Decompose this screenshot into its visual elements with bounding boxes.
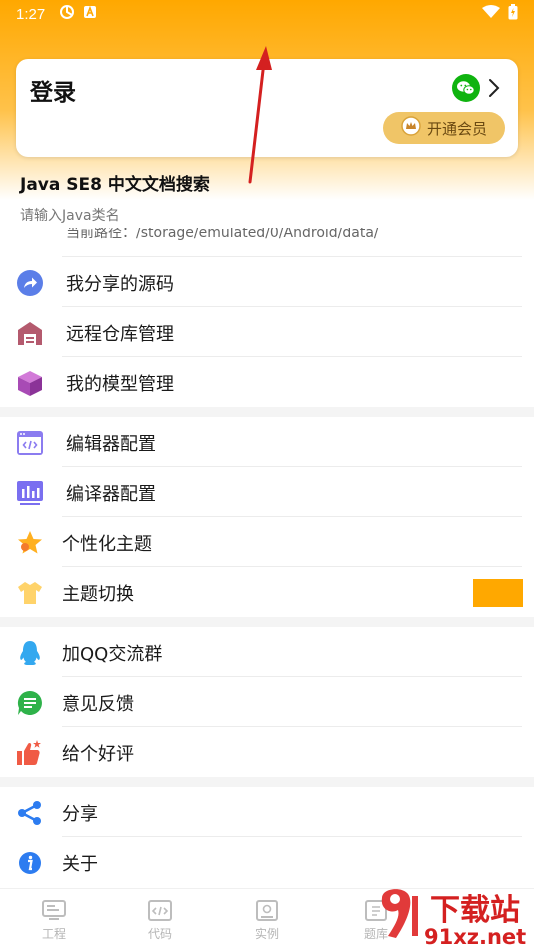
menu-item-label: 我的模型管理 [66,374,174,395]
theme-color-swatch[interactable] [473,579,523,607]
menu-item-rate[interactable]: 给个好评 [0,727,534,777]
vip-button-label: 开通会员 [426,119,487,138]
project-icon [42,900,66,920]
menu-item-label: 远程仓库管理 [66,324,174,345]
status-time: 1:27 [16,5,46,23]
bottom-nav: 工程 代码 实例 题库 [0,888,534,950]
search-input[interactable] [20,204,500,228]
info-icon [16,849,44,877]
warehouse-icon [16,319,44,347]
menu-group-community: 加QQ交流群 意见反馈 给个好评 [0,627,534,777]
menu-item-shared-source[interactable]: 我分享的源码 [0,257,534,307]
menu-item-label: 分享 [62,804,98,825]
cube-icon [16,369,44,397]
search-title: Java SE8 中文文档搜索 [20,175,210,195]
current-path: 当前路径：/storage/emulated/0/Android/data/ [66,228,506,244]
menu-item-theme-switch[interactable]: 主题切换 [0,567,534,617]
thumbs-up-icon [16,739,44,767]
wifi-icon [482,5,500,23]
menu-item-label: 关于 [62,854,98,875]
menu-item-about[interactable]: 关于 [0,837,534,887]
status-right-icons [482,4,518,24]
status-bar: 1:27 [0,0,534,28]
qq-penguin-icon [16,639,44,667]
tab-label: 代码 [147,927,172,941]
login-title[interactable]: 登录 [30,73,76,107]
share-icon [16,799,44,827]
section-gap [0,777,534,787]
section-gap [0,617,534,627]
compiler-chart-icon [16,479,44,507]
tab-label: 实例 [254,927,279,941]
vip-button[interactable]: 开通会员 [383,112,505,144]
tab-label: 工程 [41,927,66,941]
crown-icon [401,116,421,140]
menu-item-label: 加QQ交流群 [62,644,163,665]
notification-a-icon [83,5,97,23]
menu-item-compiler-config[interactable]: 编译器配置 [0,467,534,517]
battery-icon [508,4,518,24]
code-icon [148,900,172,921]
login-card[interactable]: 登录 开通会员 [16,59,518,157]
example-icon [256,900,278,921]
feedback-icon [16,689,44,717]
questions-icon [365,900,387,921]
tab-project[interactable]: 工程 [24,899,84,942]
star-theme-icon [16,529,44,557]
menu-item-label: 我分享的源码 [66,274,174,295]
tshirt-icon [16,579,44,607]
share-arrow-icon [16,269,44,297]
tab-example[interactable]: 实例 [237,899,297,942]
section-gap [0,407,534,417]
menu-group-about: 分享 关于 [0,787,534,887]
menu-item-model-manage[interactable]: 我的模型管理 [0,357,534,407]
menu-item-editor-config[interactable]: 编辑器配置 [0,417,534,467]
menu-item-remote-repo[interactable]: 远程仓库管理 [0,307,534,357]
menu-item-feedback[interactable]: 意见反馈 [0,677,534,727]
tab-questions[interactable]: 题库 [346,899,406,942]
menu-group-settings: 编辑器配置 编译器配置 个性化主题 主题切换 [0,417,534,617]
menu-item-label: 意见反馈 [62,694,134,715]
code-window-icon [16,429,44,457]
menu-group-personal: 我分享的源码 远程仓库管理 我的模型管理 [0,257,534,407]
menu-item-label: 主题切换 [62,584,134,605]
menu-item-qq-group[interactable]: 加QQ交流群 [0,627,534,677]
menu-item-label: 个性化主题 [62,534,152,555]
wechat-icon[interactable] [452,74,480,102]
tab-code[interactable]: 代码 [130,899,190,942]
chevron-right-icon[interactable] [488,77,500,99]
menu-item-label: 编译器配置 [66,484,156,505]
current-path-text: 当前路径：/storage/emulated/0/Android/data/ [66,228,379,241]
menu-item-label: 编辑器配置 [66,434,156,455]
app-notification-icon [59,4,75,24]
tab-label: 题库 [363,927,388,941]
menu-item-share[interactable]: 分享 [0,787,534,837]
menu-item-label: 给个好评 [62,744,134,765]
menu-item-personal-theme[interactable]: 个性化主题 [0,517,534,567]
